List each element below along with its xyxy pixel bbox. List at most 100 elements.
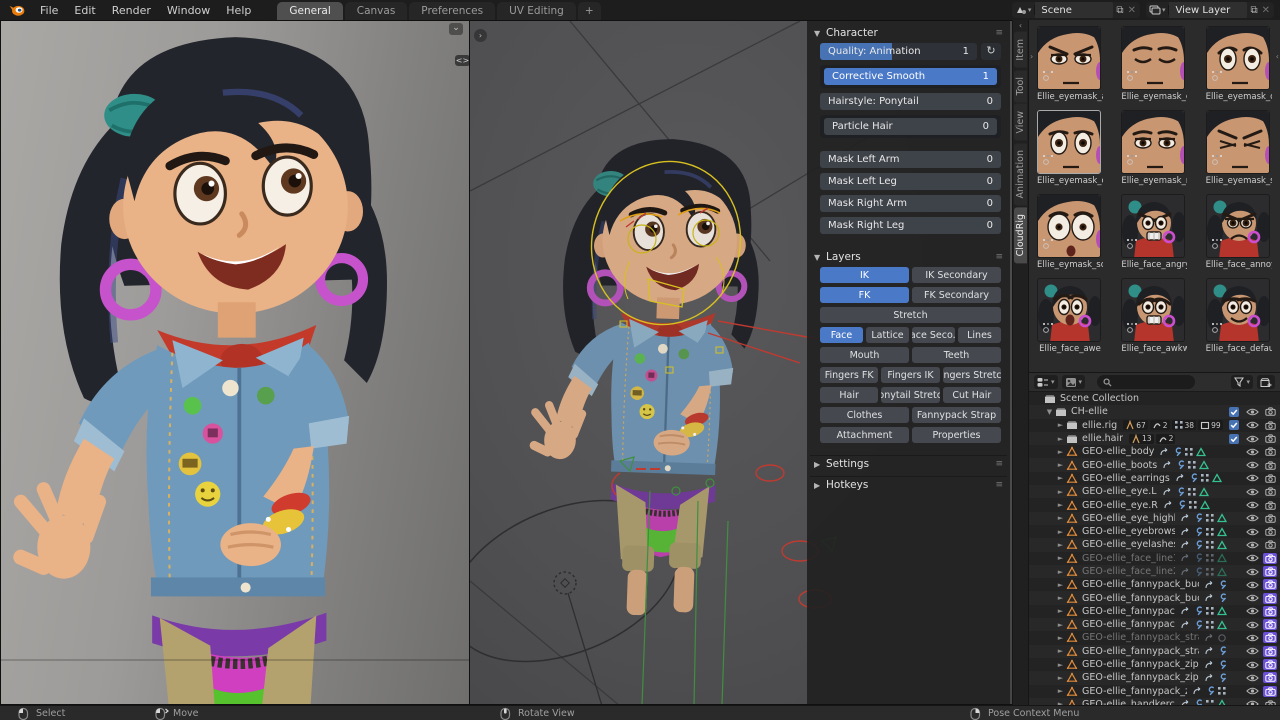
new-collection-button[interactable] [1257, 375, 1275, 389]
duplicate-scene-icon[interactable]: ⧉ [1113, 5, 1126, 16]
pose-thumbnail[interactable] [1121, 194, 1185, 258]
outliner-row[interactable]: ► GEO-ellie_face_line2 [1029, 565, 1280, 578]
layer-button-fingers-ik[interactable]: Fingers IK [881, 367, 939, 383]
pose-asset-squint[interactable]: Ellie_eyemask_squint [1206, 110, 1272, 186]
outliner-item-name[interactable]: GEO-ellie_fannypack_zipper_pull [1082, 659, 1199, 670]
add-workspace-button[interactable]: + [578, 2, 601, 20]
panel-expand-icon[interactable]: ▶ [814, 481, 826, 490]
render-camera-icon[interactable] [1263, 672, 1277, 683]
exclude-checkbox[interactable] [1229, 434, 1239, 444]
render-camera-icon[interactable] [1263, 553, 1277, 564]
hide-eye-icon[interactable] [1246, 580, 1259, 590]
render-camera-icon[interactable] [1263, 486, 1277, 497]
outliner-item-name[interactable]: Scene Collection [1060, 393, 1139, 404]
render-camera-icon[interactable] [1263, 513, 1277, 524]
hide-eye-icon[interactable] [1246, 567, 1259, 577]
outliner-row[interactable]: ►ellie.rig6723899 [1029, 419, 1280, 432]
hide-eye-icon[interactable] [1246, 646, 1259, 656]
render-camera-icon[interactable] [1263, 593, 1277, 604]
layer-button-cut-hair[interactable]: Cut Hair [943, 387, 1001, 403]
render-camera-icon[interactable] [1263, 460, 1277, 471]
outliner-row[interactable]: ▼CH-ellie [1029, 405, 1280, 418]
outliner-item-name[interactable]: GEO-ellie_boots [1082, 460, 1157, 471]
outliner-item-name[interactable]: GEO-ellie_face_line1 [1082, 553, 1175, 564]
outliner-item-name[interactable]: GEO-ellie_fannypack_strap [1082, 619, 1175, 630]
mask-slider-mask-right-arm[interactable]: Mask Right Arm0 [820, 195, 1001, 212]
expand-toggle-icon[interactable]: ► [1055, 674, 1066, 682]
outliner-row[interactable]: ►GEO-ellie_fannypack_strap_slide [1029, 645, 1280, 658]
pose-thumbnail[interactable] [1037, 110, 1101, 174]
expand-toggle-icon[interactable]: ► [1055, 501, 1066, 509]
outliner-item-name[interactable]: GEO-ellie_fannypack_zipper_stop [1082, 672, 1199, 683]
duplicate-view-layer-icon[interactable]: ⧉ [1247, 5, 1260, 16]
expand-toggle-icon[interactable]: ► [1055, 568, 1066, 576]
workspace-tab-canvas[interactable]: Canvas [345, 2, 408, 20]
hairstyle-slider[interactable]: Hairstyle: Ponytail 0 [820, 93, 1001, 110]
hotkeys-panel-header[interactable]: ▶ Hotkeys ≡ [810, 477, 1007, 493]
outliner-row[interactable]: ►GEO-ellie_boots [1029, 458, 1280, 471]
hide-eye-icon[interactable] [1246, 447, 1259, 457]
pose-thumbnail[interactable] [1037, 26, 1101, 90]
outliner-item-name[interactable]: GEO-ellie_earrings [1082, 473, 1170, 484]
outliner-row[interactable]: ►GEO-ellie_body [1029, 445, 1280, 458]
menu-window[interactable]: Window [159, 2, 218, 19]
mask-slider-mask-left-leg[interactable]: Mask Left Leg0 [820, 173, 1001, 190]
hide-eye-icon[interactable] [1246, 460, 1259, 470]
outliner-item-name[interactable]: GEO-ellie_face_line2 [1082, 566, 1175, 577]
render-camera-icon[interactable] [1263, 646, 1277, 657]
refresh-rig-button[interactable]: ↻ [981, 43, 1001, 60]
expand-toggle-icon[interactable]: ► [1055, 488, 1066, 496]
hide-eye-icon[interactable] [1246, 593, 1259, 603]
outliner-row[interactable]: Scene Collection [1029, 392, 1280, 405]
layer-button-attachment[interactable]: Attachment [820, 427, 909, 443]
outliner-row[interactable]: ►GEO-ellie_eyebrows [1029, 525, 1280, 538]
outliner-row[interactable]: ► GEO-ellie_fannypack_zipper_stop [1029, 671, 1280, 684]
layer-button-fingers-fk[interactable]: Fingers FK [820, 367, 878, 383]
region-toggle-icon[interactable]: ‹ [1019, 20, 1022, 32]
render-camera-icon[interactable] [1263, 433, 1277, 444]
outliner-row[interactable]: ►GEO-ellie_fannypack_main [1029, 605, 1280, 618]
quality-slider[interactable]: Quality: Animation 1 [820, 43, 977, 60]
outliner-item-name[interactable]: GEO-ellie_eye.L [1082, 486, 1157, 497]
sidebar-tab-cloudrig[interactable]: CloudRig [1014, 207, 1027, 263]
outliner-item-name[interactable]: ellie.rig [1082, 420, 1117, 431]
pose-asset-awkward[interactable]: Ellie_face_awkward [1121, 278, 1187, 354]
remove-view-layer-icon[interactable]: ✕ [1261, 5, 1274, 16]
split-handle-icon[interactable]: <> [455, 55, 470, 66]
sidebar-tab-view[interactable]: View [1014, 104, 1027, 141]
hide-eye-icon[interactable] [1246, 553, 1259, 563]
outliner-item-name[interactable]: ellie.hair [1082, 433, 1123, 444]
expand-toggle-icon[interactable]: ► [1055, 514, 1066, 522]
render-preview-pane[interactable]: ⌄ <> [0, 20, 470, 705]
workspace-tab-preferences[interactable]: Preferences [409, 2, 495, 20]
pose-asset-fangry[interactable]: Ellie_face_angry [1121, 194, 1187, 270]
scene-icon[interactable]: ▾ [1012, 5, 1036, 15]
render-camera-icon[interactable] [1263, 606, 1277, 617]
unlink-scene-icon[interactable]: ✕ [1127, 5, 1140, 16]
menu-help[interactable]: Help [218, 2, 259, 19]
pose-asset-relax[interactable]: Ellie_eyemask_relax... [1121, 110, 1187, 186]
layer-button-fk[interactable]: FK [820, 287, 909, 303]
workspace-tab-uv-editing[interactable]: UV Editing [497, 2, 576, 20]
layer-button-ik[interactable]: IK [820, 267, 909, 283]
outliner-item-name[interactable]: GEO-ellie_fannypack_main [1082, 606, 1175, 617]
outliner-row[interactable]: ►GEO-ellie_fannypack_zipper_pull [1029, 658, 1280, 671]
outliner-item-name[interactable]: GEO-ellie_eyelashes [1082, 539, 1175, 550]
render-camera-icon[interactable] [1263, 539, 1277, 550]
hide-eye-icon[interactable] [1246, 620, 1259, 630]
expand-toggle-icon[interactable]: ► [1055, 621, 1066, 629]
pose-thumbnail[interactable] [1121, 110, 1185, 174]
outliner-row[interactable]: ► GEO-ellie_earrings [1029, 472, 1280, 485]
expand-header-icon[interactable]: › [474, 29, 487, 42]
layer-button-stretch[interactable]: Stretch [820, 307, 1001, 323]
hide-eye-icon[interactable] [1246, 540, 1259, 550]
view-layer-name[interactable]: View Layer [1169, 2, 1247, 18]
expand-toggle-icon[interactable]: ► [1055, 474, 1066, 482]
pose-thumbnail[interactable] [1037, 278, 1101, 342]
layer-button-fannypack-strap[interactable]: Fannypack Strap [912, 407, 1001, 423]
expand-toggle-icon[interactable]: ► [1055, 647, 1066, 655]
outliner-row[interactable]: ►GEO-ellie_fannypack_buckle_int [1029, 591, 1280, 604]
layer-button-lines[interactable]: Lines [958, 327, 1001, 343]
settings-panel-header[interactable]: ▶ Settings ≡ [810, 456, 1007, 472]
outliner-item-name[interactable]: GEO-ellie_fannypack_zippers [1082, 686, 1187, 697]
